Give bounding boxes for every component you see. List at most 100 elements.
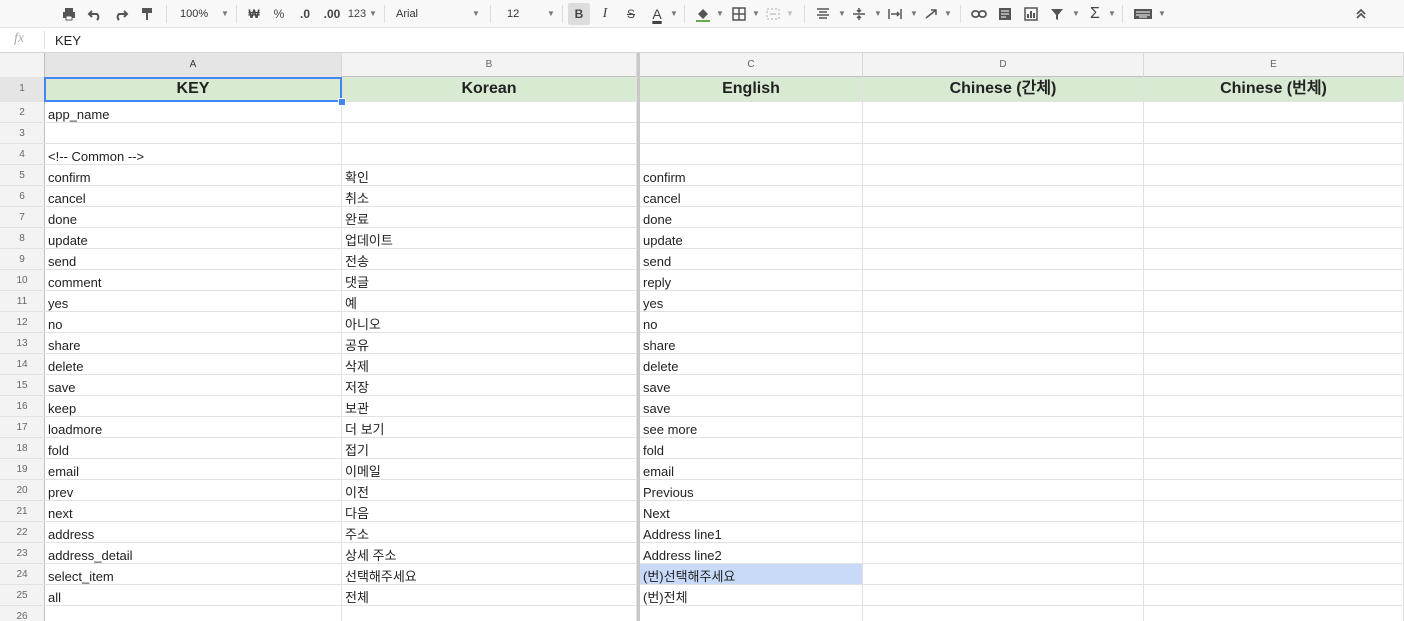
fill-color-icon[interactable] xyxy=(692,3,714,25)
row-number[interactable]: 11 xyxy=(0,291,45,311)
cell-korean[interactable]: 삭제 xyxy=(342,354,637,374)
cell-chinese-simplified[interactable] xyxy=(863,480,1144,500)
cell-key[interactable]: update xyxy=(45,228,342,248)
cell-key[interactable]: share xyxy=(45,333,342,353)
cell-key[interactable]: app_name xyxy=(45,102,342,122)
cell-key[interactable]: all xyxy=(45,585,342,605)
header-cell-english[interactable]: English xyxy=(640,77,863,101)
cell-korean[interactable]: 전송 xyxy=(342,249,637,269)
cell-korean[interactable]: 더 보기 xyxy=(342,417,637,437)
cell-chinese-simplified[interactable] xyxy=(863,144,1144,164)
cell-chinese-simplified[interactable] xyxy=(863,186,1144,206)
cell-chinese-simplified[interactable] xyxy=(863,606,1144,621)
cell-chinese-simplified[interactable] xyxy=(863,312,1144,332)
formula-input[interactable]: KEY xyxy=(55,33,81,48)
row-number[interactable]: 22 xyxy=(0,522,45,542)
text-color-button[interactable]: A xyxy=(646,3,668,25)
cell-chinese-simplified[interactable] xyxy=(863,564,1144,584)
cell-korean[interactable]: 상세 주소 xyxy=(342,543,637,563)
cell-chinese-traditional[interactable] xyxy=(1144,270,1404,290)
cell-chinese-simplified[interactable] xyxy=(863,165,1144,185)
cell-english[interactable]: update xyxy=(640,228,863,248)
keyboard-icon[interactable] xyxy=(1130,3,1156,25)
cell-korean[interactable]: 저장 xyxy=(342,375,637,395)
cell-chinese-traditional[interactable] xyxy=(1144,354,1404,374)
cell-korean[interactable]: 업데이트 xyxy=(342,228,637,248)
cell-english[interactable]: cancel xyxy=(640,186,863,206)
cell-chinese-simplified[interactable] xyxy=(863,291,1144,311)
row-number[interactable]: 1 xyxy=(0,77,45,101)
cell-chinese-simplified[interactable] xyxy=(863,501,1144,521)
zoom-select[interactable]: 100% xyxy=(180,3,214,25)
row-number[interactable]: 20 xyxy=(0,480,45,500)
row-number[interactable]: 24 xyxy=(0,564,45,584)
cell-key[interactable]: prev xyxy=(45,480,342,500)
cell-english[interactable]: yes xyxy=(640,291,863,311)
row-number[interactable]: 14 xyxy=(0,354,45,374)
cell-english[interactable]: no xyxy=(640,312,863,332)
row-number[interactable]: 9 xyxy=(0,249,45,269)
cell-chinese-simplified[interactable] xyxy=(863,375,1144,395)
strikethrough-button[interactable]: S xyxy=(620,3,642,25)
font-family-select[interactable]: Arial xyxy=(396,3,456,25)
horizontal-align-icon[interactable] xyxy=(812,3,834,25)
cell-chinese-simplified[interactable] xyxy=(863,438,1144,458)
cell-chinese-traditional[interactable] xyxy=(1144,375,1404,395)
cell-english[interactable]: (번)전체 xyxy=(640,585,863,605)
row-number[interactable]: 2 xyxy=(0,102,45,122)
cell-key[interactable]: select_item xyxy=(45,564,342,584)
row-number[interactable]: 16 xyxy=(0,396,45,416)
filter-icon[interactable] xyxy=(1046,3,1068,25)
cell-english[interactable] xyxy=(640,606,863,621)
cell-korean[interactable]: 댓글 xyxy=(342,270,637,290)
cell-key[interactable]: delete xyxy=(45,354,342,374)
cell-chinese-traditional[interactable] xyxy=(1144,123,1404,143)
cell-english[interactable] xyxy=(640,102,863,122)
column-header-d[interactable]: D xyxy=(863,53,1144,77)
row-number[interactable]: 25 xyxy=(0,585,45,605)
cell-key[interactable]: fold xyxy=(45,438,342,458)
bold-button[interactable]: B xyxy=(568,3,590,25)
cell-korean[interactable]: 주소 xyxy=(342,522,637,542)
cell-english[interactable] xyxy=(640,123,863,143)
row-number[interactable]: 7 xyxy=(0,207,45,227)
cell-chinese-traditional[interactable] xyxy=(1144,417,1404,437)
row-number[interactable]: 23 xyxy=(0,543,45,563)
cell-chinese-traditional[interactable] xyxy=(1144,543,1404,563)
functions-button[interactable]: Σ xyxy=(1084,3,1106,25)
fill-handle[interactable] xyxy=(338,98,346,106)
cell-key[interactable]: <!-- Common --> xyxy=(45,144,342,164)
cell-english[interactable]: Address line2 xyxy=(640,543,863,563)
cell-english[interactable]: Address line1 xyxy=(640,522,863,542)
cell-korean[interactable]: 보관 xyxy=(342,396,637,416)
cell-english[interactable]: share xyxy=(640,333,863,353)
cell-chinese-traditional[interactable] xyxy=(1144,396,1404,416)
cell-korean[interactable] xyxy=(342,144,637,164)
italic-button[interactable]: I xyxy=(594,3,616,25)
cell-english[interactable]: reply xyxy=(640,270,863,290)
merge-cells-icon[interactable] xyxy=(762,3,784,25)
cell-chinese-simplified[interactable] xyxy=(863,543,1144,563)
cell-chinese-traditional[interactable] xyxy=(1144,186,1404,206)
cell-key[interactable] xyxy=(45,123,342,143)
header-cell-chinese-simplified[interactable]: Chinese (간체) xyxy=(863,77,1144,101)
row-number[interactable]: 21 xyxy=(0,501,45,521)
cell-chinese-simplified[interactable] xyxy=(863,123,1144,143)
print-icon[interactable] xyxy=(58,3,80,25)
cell-korean[interactable]: 이전 xyxy=(342,480,637,500)
cell-chinese-traditional[interactable] xyxy=(1144,144,1404,164)
cell-korean[interactable]: 확인 xyxy=(342,165,637,185)
paint-format-icon[interactable] xyxy=(136,3,158,25)
cell-english[interactable]: (번)선택해주세요 xyxy=(640,564,863,584)
cell-chinese-traditional[interactable] xyxy=(1144,438,1404,458)
cell-chinese-simplified[interactable] xyxy=(863,417,1144,437)
collapse-toolbar-icon[interactable] xyxy=(1350,3,1372,25)
cell-korean[interactable]: 전체 xyxy=(342,585,637,605)
row-number[interactable]: 4 xyxy=(0,144,45,164)
cell-chinese-simplified[interactable] xyxy=(863,585,1144,605)
insert-comment-icon[interactable] xyxy=(994,3,1016,25)
cell-key[interactable]: keep xyxy=(45,396,342,416)
cell-chinese-traditional[interactable] xyxy=(1144,102,1404,122)
cell-chinese-simplified[interactable] xyxy=(863,102,1144,122)
cell-english[interactable]: Previous xyxy=(640,480,863,500)
